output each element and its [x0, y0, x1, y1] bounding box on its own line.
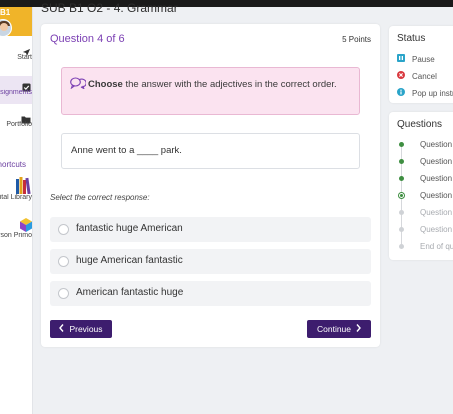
answer-option-label: huge American fantastic [76, 255, 183, 266]
status-panel: Status Pause Cancel Pop up instructions [389, 26, 453, 103]
radio-button[interactable] [58, 224, 69, 235]
sidebar-item-start[interactable]: Start [0, 44, 32, 72]
question-header: Question 4 of 6 [50, 33, 125, 45]
books-icon [0, 176, 32, 195]
cancel-icon [397, 71, 405, 81]
shortcuts-title: Shortcuts [0, 160, 26, 169]
popup-instructions-label: Pop up instructions [412, 88, 453, 98]
question-nav-item-6[interactable]: Question 6 [397, 225, 453, 234]
instruction-text: the answer with the adjectives in the co… [122, 79, 337, 90]
answer-option-label: American fantastic huge [76, 287, 184, 298]
completed-dot-icon [399, 159, 404, 164]
status-title: Status [397, 33, 426, 44]
shortcut-pearson-primo[interactable]: Pearson Primo [0, 218, 32, 252]
page-title: SUB B1 O2 - 4. Grammar [41, 1, 178, 15]
sidebar: B1 Start Assignments Portfolio Shortcuts… [0, 7, 33, 414]
current-dot-icon [398, 192, 405, 199]
info-icon [397, 88, 405, 98]
pending-dot-icon [399, 210, 404, 215]
completed-dot-icon [399, 176, 404, 181]
sidebar-item-label: Start [17, 54, 32, 61]
sidebar-item-label: Assignments [0, 89, 32, 96]
shortcut-digital-library[interactable]: Digital Library [0, 176, 32, 210]
continue-button-label: Continue [316, 324, 352, 334]
question-nav-label: Question 3 [420, 174, 453, 183]
question-nav-label: Question 6 [420, 225, 453, 234]
sidebar-item-label: Portfolio [6, 121, 32, 128]
answer-option[interactable]: American fantastic huge [50, 281, 371, 306]
chevron-left-icon [59, 324, 64, 334]
avatar [0, 19, 12, 36]
select-response-label: Select the correct response: [50, 193, 150, 202]
pause-label: Pause [412, 54, 435, 64]
radio-button[interactable] [58, 288, 69, 299]
instruction-box: Choose the answer with the adjectives in… [61, 67, 360, 115]
cube-icon [0, 218, 32, 232]
question-nav-label: Question 1 [420, 140, 453, 149]
question-nav-label: Question 5 [420, 208, 453, 217]
chevron-right-icon [356, 324, 361, 334]
question-nav-item-5[interactable]: Question 5 [397, 208, 453, 217]
question-nav-label: Question 2 [420, 157, 453, 166]
question-nav-item-4[interactable]: Question 4 [397, 191, 453, 200]
user-level-label: B1 [0, 8, 11, 17]
sidebar-item-assignments[interactable]: Assignments [0, 76, 32, 104]
chat-icon [70, 77, 87, 95]
previous-button[interactable]: Previous [50, 320, 112, 338]
question-nav-item-2[interactable]: Question 2 [397, 157, 453, 166]
answer-option[interactable]: fantastic huge American [50, 217, 371, 242]
instruction-bold: Choose [88, 79, 123, 90]
questions-title: Questions [397, 119, 443, 130]
shortcut-label: Pearson Primo [0, 232, 32, 239]
question-nav-label: Question 4 [420, 191, 453, 200]
question-points: 5 Points [342, 35, 371, 44]
popup-instructions-item[interactable]: Pop up instructions [397, 88, 453, 98]
send-icon [0, 44, 31, 57]
cancel-item[interactable]: Cancel [397, 71, 437, 81]
question-nav-item-end[interactable]: End of quiz [397, 242, 453, 251]
question-nav-item-1[interactable]: Question 1 [397, 140, 453, 149]
pause-icon [397, 54, 405, 64]
radio-button[interactable] [58, 256, 69, 267]
previous-button-label: Previous [69, 324, 103, 334]
answer-option[interactable]: huge American fantastic [50, 249, 371, 274]
continue-button[interactable]: Continue [307, 320, 371, 338]
questions-panel: Questions Question 1 Question 2 Question… [389, 112, 453, 260]
question-nav-item-3[interactable]: Question 3 [397, 174, 453, 183]
pause-item[interactable]: Pause [397, 54, 435, 64]
question-card: Question 4 of 6 5 Points Choose the answ… [41, 24, 380, 347]
answer-option-label: fantastic huge American [76, 223, 183, 234]
pending-dot-icon [399, 244, 404, 249]
completed-dot-icon [399, 142, 404, 147]
checkbox-icon [0, 79, 31, 92]
folder-icon [0, 111, 31, 124]
question-nav-label: End of quiz [420, 242, 453, 251]
sidebar-item-portfolio[interactable]: Portfolio [0, 111, 32, 139]
question-sentence: Anne went to a ____ park. [61, 133, 360, 169]
shortcut-label: Digital Library [0, 194, 32, 201]
user-block[interactable]: B1 [0, 7, 32, 36]
pending-dot-icon [399, 227, 404, 232]
cancel-label: Cancel [412, 71, 437, 81]
